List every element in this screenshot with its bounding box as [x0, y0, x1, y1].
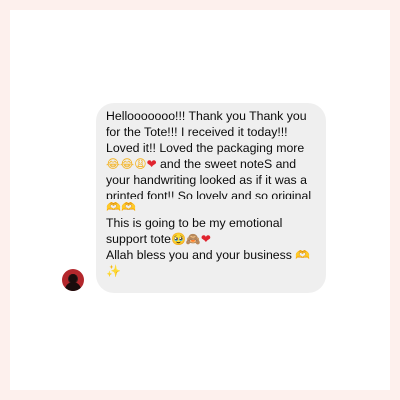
red-heart-icon: ❤ — [146, 157, 157, 171]
message-text: Hellooooooo!!! Thank you Thank you for t… — [106, 108, 316, 279]
avatar-body-shape — [65, 282, 81, 291]
face-with-tears-of-joy-icon: 😂 — [106, 157, 121, 171]
sender-avatar[interactable] — [62, 269, 84, 291]
message-line: and the sweet noteS and — [156, 157, 297, 171]
message-line: Loved it!! Loved the packaging more — [106, 141, 305, 155]
weary-face-icon: 😩 — [134, 157, 147, 171]
sparkles-icon: ✨ — [106, 264, 121, 278]
red-heart-icon: ❤ — [200, 232, 211, 246]
message-line: your handwriting looked as if it was a — [106, 173, 307, 187]
face-with-tears-of-joy-icon: 😂 — [120, 157, 135, 171]
message-line: Hellooooooo!!! Thank you Thank you — [106, 109, 307, 123]
message-line: for the Tote!!! I received it today!!! — [106, 125, 288, 139]
face-holding-back-tears-icon: 🥹 — [170, 232, 186, 246]
message-line: Allah bless you and your business — [106, 248, 296, 262]
message-line: printed font!! So lovely and so original — [106, 189, 312, 199]
message-line: support tote — [106, 232, 171, 246]
heart-hands-icon: 🫶 — [106, 200, 121, 214]
see-no-evil-monkey-icon: 🙈 — [185, 232, 201, 246]
message-line-clipped: printed font!! So lovely and so original — [106, 188, 316, 199]
heart-hands-icon: 🫶 — [295, 248, 311, 262]
heart-hands-icon: 🫶 — [120, 200, 136, 214]
message-bubble[interactable]: Hellooooooo!!! Thank you Thank you for t… — [96, 103, 326, 293]
message-line: This is going to be my emotional — [106, 216, 283, 230]
